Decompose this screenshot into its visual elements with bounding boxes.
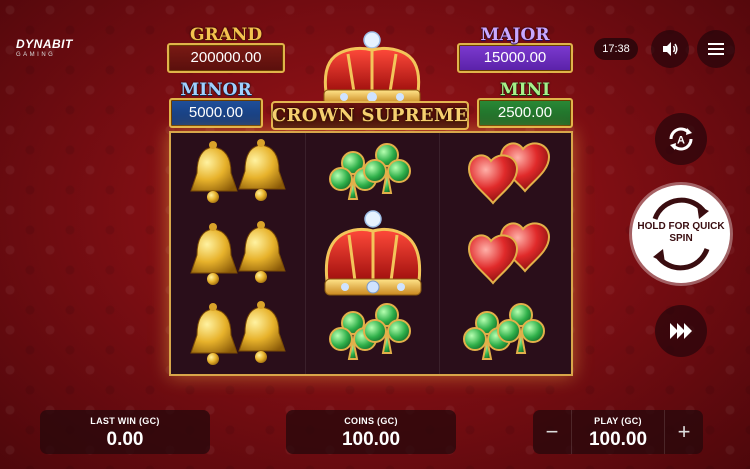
clock: 17:38 (594, 38, 638, 60)
crown-logo-icon (323, 31, 421, 105)
reel-divider (305, 133, 306, 374)
increase-bet-button[interactable]: + (664, 410, 703, 454)
bell-symbol-icon (190, 301, 286, 365)
jackpot-mini-value: 2500.00 (477, 98, 573, 128)
reel-grid (169, 131, 573, 376)
svg-text:A: A (677, 135, 685, 147)
coins-panel: COINS (GC) 100.00 (286, 410, 456, 454)
jackpot-minor-label: MINOR (180, 80, 252, 100)
clover-symbol-icon (329, 143, 411, 200)
crown-symbol-icon (324, 210, 422, 296)
jackpot-minor: MINOR 5000.00 (169, 82, 263, 128)
jackpot-grand: GRAND 200000.00 (167, 27, 285, 73)
reel-divider (439, 133, 440, 374)
provider-subtitle: GAMING (16, 52, 56, 58)
play-panel: − PLAY (GC) 100.00 + (533, 410, 703, 454)
provider-logo: DYNABIT GAMING (16, 38, 73, 58)
sound-button[interactable] (651, 30, 689, 68)
hamburger-menu-icon (708, 43, 724, 55)
autoplay-icon: A (669, 127, 693, 151)
clover-symbol-icon (463, 303, 545, 360)
coins-value: 100.00 (341, 429, 401, 450)
jackpot-major-value: 15000.00 (457, 43, 573, 73)
jackpot-mini-label: MINI (499, 80, 551, 100)
jackpot-major-label: MAJOR (480, 25, 550, 45)
bell-symbol-icon (190, 221, 286, 285)
speaker-icon (663, 42, 678, 56)
jackpot-major: MAJOR 15000.00 (457, 27, 573, 73)
coins-label: COINS (GC) (344, 416, 398, 426)
jackpot-mini: MINI 2500.00 (477, 82, 573, 128)
fast-forward-icon (670, 323, 692, 339)
spin-button[interactable]: HOLD FOR QUICK SPIN (632, 185, 730, 283)
game-title: CROWN SUPREME (271, 101, 469, 130)
turbo-button[interactable] (655, 305, 707, 357)
decrease-bet-button[interactable]: − (533, 410, 572, 454)
jackpot-grand-label: GRAND (189, 25, 263, 45)
heart-symbol-icon (467, 222, 551, 285)
last-win-panel: LAST WIN (GC) 0.00 (40, 410, 210, 454)
autoplay-button[interactable]: A (655, 113, 707, 165)
menu-button[interactable] (697, 30, 735, 68)
bell-symbol-icon (190, 139, 286, 203)
last-win-value: 0.00 (106, 429, 144, 450)
jackpot-grand-value: 200000.00 (167, 43, 285, 73)
clover-symbol-icon (329, 303, 411, 360)
last-win-label: LAST WIN (GC) (90, 416, 160, 426)
jackpot-minor-value: 5000.00 (169, 98, 263, 128)
spin-button-label: HOLD FOR QUICK SPIN (637, 221, 725, 244)
heart-symbol-icon (467, 142, 551, 205)
provider-name: DYNABIT (16, 37, 73, 51)
